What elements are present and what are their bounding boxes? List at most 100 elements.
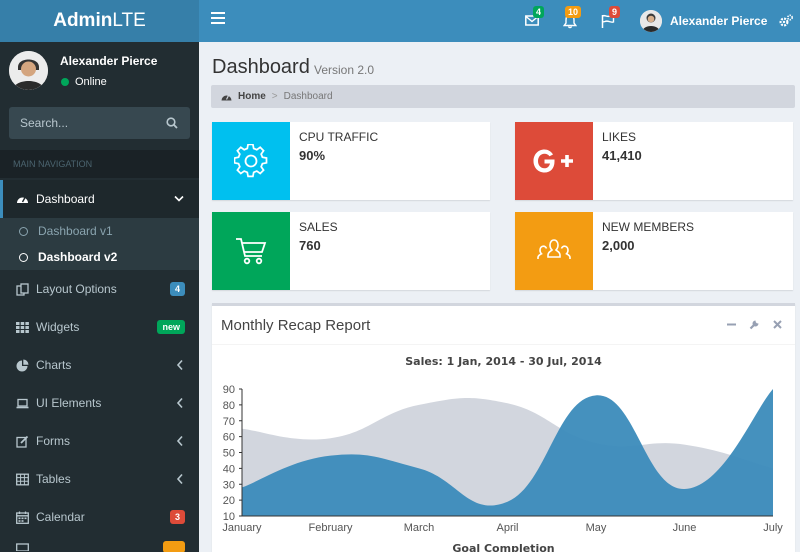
sidebar: Alexander Pierce Online MAIN NAVIGATION … — [0, 42, 199, 552]
sidebar-subitem-dashboard-v1[interactable]: Dashboard v1 — [0, 218, 199, 244]
info-box-icon-area — [515, 122, 593, 200]
chevron-left-icon — [176, 397, 183, 409]
info-box-label: LIKES — [602, 130, 637, 144]
wrench-icon[interactable] — [749, 319, 760, 330]
info-box-cpu-traffic: CPU TRAFFIC 90% — [212, 122, 490, 200]
online-status-dot-icon — [61, 78, 69, 86]
sidebar-item-label: Widgets — [36, 320, 80, 334]
avatar — [640, 10, 662, 32]
breadcrumb: Home > Dashboard — [211, 85, 795, 108]
sales-area-chart: 102030405060708090January February March Ap… — [222, 384, 783, 534]
calendar-icon — [16, 511, 29, 524]
sidebar-item-label: Layout Options — [36, 282, 117, 296]
info-box-label: SALES — [299, 220, 338, 234]
sidebar-item-dashboard[interactable]: Dashboard — [0, 180, 199, 218]
info-box-value: 90% — [299, 148, 326, 163]
sidebar-item-layout-options[interactable]: Layout Options 4 — [0, 270, 199, 308]
notifications-button[interactable]: 10 — [561, 6, 582, 29]
avatar — [9, 51, 48, 90]
th-icon — [16, 321, 29, 333]
sidebar-item-label: Dashboard — [36, 192, 95, 206]
gear-icon — [234, 144, 268, 178]
x-tick-label: March — [404, 522, 435, 534]
sidebar-subitem-label: Dashboard v2 — [38, 250, 118, 264]
y-tick-label: 70 — [223, 416, 235, 428]
logo-light-text: LTE — [112, 10, 146, 31]
tasks-count-badge: 9 — [609, 6, 621, 18]
collapse-minus-icon[interactable] — [726, 319, 737, 330]
sidebar-item-label: Forms — [36, 434, 70, 448]
circle-icon — [19, 226, 28, 236]
close-icon[interactable] — [772, 319, 783, 330]
control-sidebar-button[interactable] — [778, 13, 794, 29]
x-tick-label: July — [763, 522, 783, 534]
chevron-left-icon — [176, 473, 183, 485]
notifications-count-badge: 10 — [565, 6, 582, 18]
sidebar-subitem-dashboard-v2[interactable]: Dashboard v2 — [0, 244, 199, 270]
box-divider — [212, 344, 795, 345]
user-menu[interactable]: Alexander Pierce — [640, 9, 767, 33]
info-box-icon-area — [515, 212, 593, 290]
x-tick-label: February — [308, 522, 353, 534]
sidebar-toggle-button[interactable] — [211, 12, 225, 26]
monthly-recap-report-box: Monthly Recap Report Sales: 1 Jan, 2014 … — [212, 303, 795, 552]
info-box-label: NEW MEMBERS — [602, 220, 695, 234]
main-navigation-header: MAIN NAVIGATION — [0, 150, 199, 178]
x-tick-label: April — [496, 522, 518, 534]
info-box-label: CPU TRAFFIC — [299, 130, 379, 144]
dashboard-icon — [221, 95, 232, 101]
sidebar-item-label: Calendar — [36, 510, 85, 524]
y-tick-label: 90 — [223, 384, 235, 396]
sidebar-item-label: UI Elements — [36, 396, 102, 410]
chevron-left-icon — [176, 359, 183, 371]
x-tick-label: June — [673, 522, 697, 534]
gears-icon — [779, 14, 794, 27]
files-icon — [16, 282, 29, 296]
layout-options-badge: 4 — [169, 282, 185, 296]
breadcrumb-home-link[interactable]: Home — [221, 91, 266, 102]
sidebar-item-widgets[interactable]: Widgets new — [0, 308, 199, 346]
info-box-likes: LIKES 41,410 — [515, 122, 793, 200]
laptop-icon — [16, 398, 29, 408]
search-input[interactable] — [9, 107, 159, 139]
sidebar-item-tables[interactable]: Tables — [0, 460, 199, 498]
y-tick-label: 50 — [223, 448, 235, 460]
goal-completion-label: Goal Completion — [452, 542, 555, 552]
sidebar-item-label: Tables — [36, 472, 71, 486]
edit-icon — [16, 435, 29, 448]
info-box-icon-area — [212, 122, 290, 200]
search-icon[interactable] — [166, 117, 178, 129]
app-logo[interactable]: AdminLTE — [0, 0, 199, 42]
calendar-count-badge: 3 — [169, 510, 185, 524]
chart-title: Sales: 1 Jan, 2014 - 30 Jul, 2014 — [405, 355, 602, 368]
envelope-icon — [16, 542, 29, 551]
y-tick-label: 40 — [223, 463, 235, 475]
sidebar-item-forms[interactable]: Forms — [0, 422, 199, 460]
x-tick-label: May — [586, 522, 607, 534]
sidebar-item-partial[interactable] — [0, 536, 199, 552]
logo-bold-text: Admin — [53, 10, 113, 31]
partial-badge — [163, 541, 185, 552]
sidebar-item-calendar[interactable]: Calendar 3 — [0, 498, 199, 536]
info-box-value: 760 — [299, 238, 321, 253]
box-tools — [726, 319, 783, 330]
users-icon — [537, 239, 571, 259]
google-plus-icon — [533, 149, 573, 173]
x-tick-label: January — [222, 522, 262, 534]
pie-chart-icon — [16, 359, 29, 371]
sidebar-subitem-label: Dashboard v1 — [38, 224, 113, 238]
y-tick-label: 80 — [223, 400, 235, 412]
user-menu-name: Alexander Pierce — [670, 14, 768, 28]
chevron-left-icon — [176, 435, 183, 447]
sidebar-item-charts[interactable]: Charts — [0, 346, 199, 384]
sidebar-item-ui-elements[interactable]: UI Elements — [0, 384, 199, 422]
sidebar-item-label: Charts — [36, 358, 72, 372]
widgets-new-badge: new — [157, 320, 185, 334]
y-tick-label: 60 — [223, 432, 235, 444]
table-icon — [16, 473, 29, 485]
messages-button[interactable]: 4 — [523, 6, 545, 29]
page-title: Dashboard — [212, 56, 310, 78]
tasks-button[interactable]: 9 — [599, 6, 621, 29]
sidebar-search — [9, 107, 190, 139]
circle-icon — [19, 252, 28, 262]
